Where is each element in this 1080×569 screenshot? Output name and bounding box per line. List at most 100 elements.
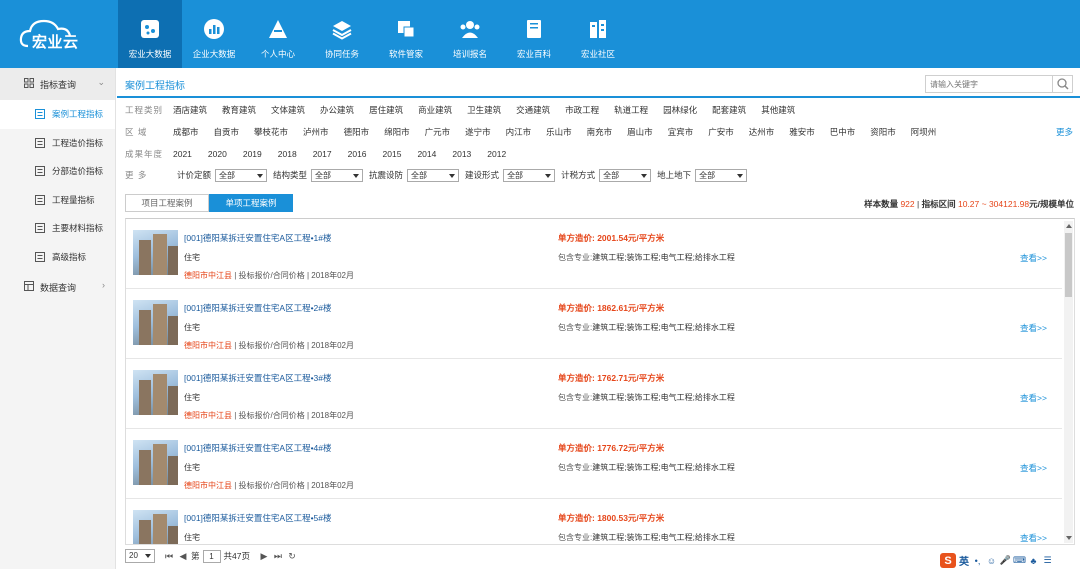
filter-region-option[interactable]: 资阳市 xyxy=(870,126,896,138)
sidebar-item-price[interactable]: 工程造价指标 xyxy=(0,129,115,158)
prev-page-icon[interactable]: ◀ xyxy=(177,549,189,563)
sidebar-item-section[interactable]: 分部造价指标 xyxy=(0,157,115,186)
filter-region-option[interactable]: 内江市 xyxy=(506,126,532,138)
nav-item-5[interactable]: 培训报名 xyxy=(438,0,502,68)
nav-item-7[interactable]: 宏业社区 xyxy=(566,0,630,68)
tab-single-cases[interactable]: 单项工程案例 xyxy=(209,194,293,212)
filter-type-option[interactable]: 办公建筑 xyxy=(320,104,354,116)
last-page-icon[interactable]: ⏭ xyxy=(272,549,284,563)
filter-year-option[interactable]: 2013 xyxy=(452,149,471,159)
view-link[interactable]: 查看>> xyxy=(1020,532,1047,544)
filter-type-option[interactable]: 配套建筑 xyxy=(712,104,746,116)
filter-year-option[interactable]: 2012 xyxy=(487,149,506,159)
menu-icon[interactable]: ☰ xyxy=(1042,555,1053,566)
sogou-logo[interactable]: S xyxy=(940,553,956,568)
nav-item-4[interactable]: 软件管家 xyxy=(374,0,438,68)
ime-mode[interactable]: 英 xyxy=(959,553,969,568)
view-link[interactable]: 查看>> xyxy=(1020,322,1047,334)
nav-item-1[interactable]: 企业大数据 xyxy=(182,0,246,68)
filter-year-option[interactable]: 2019 xyxy=(243,149,262,159)
filter-region-option[interactable]: 绵阳市 xyxy=(384,126,410,138)
case-title-link[interactable]: [001]德阳某拆迁安置住宅A区工程•5#楼 xyxy=(184,512,332,524)
sidebar-item-advanced[interactable]: 高级指标 xyxy=(0,243,115,272)
keyboard-icon[interactable]: ⌨ xyxy=(1013,555,1026,566)
filter-region-option[interactable]: 广安市 xyxy=(708,126,734,138)
filter-select[interactable]: 全部 xyxy=(407,168,460,182)
filter-select[interactable]: 全部 xyxy=(503,168,556,182)
case-thumbnail[interactable] xyxy=(133,300,178,345)
filter-type-option[interactable]: 居住建筑 xyxy=(369,104,403,116)
case-thumbnail[interactable] xyxy=(133,440,178,485)
nav-item-6[interactable]: 宏业百科 xyxy=(502,0,566,68)
next-page-icon[interactable]: ▶ xyxy=(258,549,270,563)
filter-type-option[interactable]: 交通建筑 xyxy=(516,104,550,116)
filter-region-option[interactable]: 眉山市 xyxy=(627,126,653,138)
filter-type-option[interactable]: 卫生建筑 xyxy=(467,104,501,116)
filter-year-option[interactable]: 2015 xyxy=(383,149,402,159)
filter-select[interactable]: 全部 xyxy=(215,168,268,182)
tab-project-cases[interactable]: 项目工程案例 xyxy=(125,194,209,212)
sidebar-item-quantity[interactable]: 工程量指标 xyxy=(0,186,115,215)
list-scrollbar[interactable] xyxy=(1064,221,1073,543)
search-input[interactable] xyxy=(930,78,1050,91)
view-link[interactable]: 查看>> xyxy=(1020,252,1047,264)
filter-region-option[interactable]: 成都市 xyxy=(173,126,199,138)
filter-region-option[interactable]: 德阳市 xyxy=(344,126,370,138)
filter-region-option[interactable]: 广元市 xyxy=(425,126,451,138)
skin-icon[interactable]: ♣ xyxy=(1028,555,1039,566)
filter-type-option[interactable]: 酒店建筑 xyxy=(173,104,207,116)
page-number-input[interactable]: 1 xyxy=(202,549,221,563)
filter-select[interactable]: 全部 xyxy=(599,168,652,182)
filter-region-option[interactable]: 攀枝花市 xyxy=(254,126,288,138)
sidebar-group-index-query[interactable]: 指标查询 ⌄ xyxy=(0,68,115,100)
case-thumbnail[interactable] xyxy=(133,230,178,275)
filter-region-option[interactable]: 乐山市 xyxy=(546,126,572,138)
filter-year-option[interactable]: 2020 xyxy=(208,149,227,159)
filter-type-option[interactable]: 园林绿化 xyxy=(663,104,697,116)
filter-type-option[interactable]: 市政工程 xyxy=(565,104,599,116)
filter-year-option[interactable]: 2018 xyxy=(278,149,297,159)
case-title-link[interactable]: [001]德阳某拆迁安置住宅A区工程•4#楼 xyxy=(184,442,332,454)
filter-year-option[interactable]: 2017 xyxy=(313,149,332,159)
refresh-icon[interactable]: ↻ xyxy=(286,549,298,563)
case-title-link[interactable]: [001]德阳某拆迁安置住宅A区工程•1#楼 xyxy=(184,232,332,244)
filter-region-option[interactable]: 自贡市 xyxy=(214,126,240,138)
filter-select[interactable]: 全部 xyxy=(311,168,364,182)
filter-region-option[interactable]: 巴中市 xyxy=(830,126,856,138)
emoji-icon[interactable]: ☺ xyxy=(986,555,997,566)
search-icon[interactable] xyxy=(1052,76,1072,92)
case-title-link[interactable]: [001]德阳某拆迁安置住宅A区工程•3#楼 xyxy=(184,372,332,384)
page-size-select[interactable]: 20 xyxy=(125,549,155,563)
filter-region-option[interactable]: 达州市 xyxy=(749,126,775,138)
sidebar-item-case[interactable]: 案例工程指标 xyxy=(0,100,115,129)
case-title-link[interactable]: [001]德阳某拆迁安置住宅A区工程•2#楼 xyxy=(184,302,332,314)
view-link[interactable]: 查看>> xyxy=(1020,392,1047,404)
filter-type-option[interactable]: 教育建筑 xyxy=(222,104,256,116)
filter-region-option[interactable]: 泸州市 xyxy=(303,126,329,138)
filter-type-option[interactable]: 轨道工程 xyxy=(614,104,648,116)
filter-region-option[interactable]: 宜宾市 xyxy=(668,126,694,138)
nav-item-2[interactable]: 个人中心 xyxy=(246,0,310,68)
microphone-icon[interactable]: 🎤 xyxy=(1000,555,1011,566)
filter-year-option[interactable]: 2014 xyxy=(417,149,436,159)
filter-type-option[interactable]: 其他建筑 xyxy=(761,104,795,116)
filter-region-option[interactable]: 南充市 xyxy=(587,126,613,138)
filter-region-option[interactable]: 遂宁市 xyxy=(465,126,491,138)
filter-region-option[interactable]: 阿坝州 xyxy=(911,126,937,138)
scroll-up-icon[interactable] xyxy=(1066,224,1072,228)
nav-item-0[interactable]: 宏业大数据 xyxy=(118,0,182,68)
first-page-icon[interactable]: ⏮ xyxy=(163,549,175,563)
scroll-down-icon[interactable] xyxy=(1066,536,1072,540)
sidebar-group-data-query[interactable]: 数据查询 › xyxy=(0,271,115,303)
punctuation-icon[interactable]: •, xyxy=(972,555,983,566)
logo[interactable]: 宏业云 xyxy=(18,16,90,52)
filter-year-option[interactable]: 2016 xyxy=(348,149,367,159)
filter-year-option[interactable]: 2021 xyxy=(173,149,192,159)
more-regions-link[interactable]: 更多 xyxy=(1056,126,1073,138)
scroll-thumb[interactable] xyxy=(1065,233,1072,297)
view-link[interactable]: 查看>> xyxy=(1020,462,1047,474)
filter-type-option[interactable]: 文体建筑 xyxy=(271,104,305,116)
sidebar-item-material[interactable]: 主要材料指标 xyxy=(0,214,115,243)
case-thumbnail[interactable] xyxy=(133,370,178,415)
filter-select[interactable]: 全部 xyxy=(695,168,748,182)
